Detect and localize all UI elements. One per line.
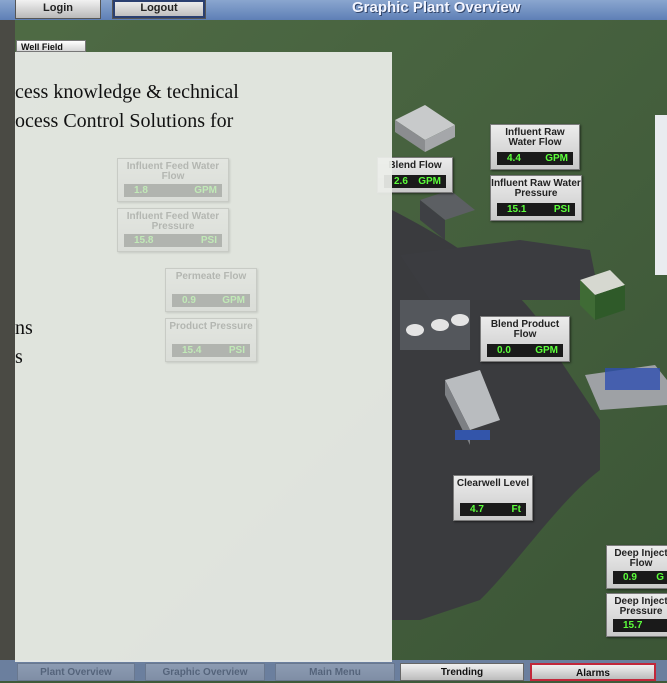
- readout-value: 1.8: [134, 185, 148, 196]
- panel-influent-feed-water-pressure: Influent Feed Water Pressure 15.8 PSI: [117, 208, 229, 252]
- readout-unit: PSI: [553, 204, 570, 215]
- text-overlay: cess knowledge & technical ocess Control…: [15, 52, 392, 662]
- panel-influent-feed-water-flow: Influent Feed Water Flow 1.8 GPM: [117, 158, 229, 202]
- panel-product-pressure: Product Pressure 15.4 PSI: [165, 318, 257, 362]
- readout: 1.8 GPM: [124, 184, 222, 197]
- readout-value: 0.0: [497, 345, 511, 356]
- overlay-paragraph-2: ns s: [15, 314, 33, 372]
- readout-value: 0.9: [623, 572, 637, 583]
- nav-graphic-overview-button[interactable]: Graphic Overview: [145, 663, 265, 681]
- readout: 0.0 GPM: [487, 344, 563, 357]
- readout-unit: GPM: [545, 153, 568, 164]
- readout: 2.6 GPM: [384, 175, 446, 188]
- overlay-line-4: s: [15, 346, 23, 368]
- readout-unit: GPM: [535, 345, 558, 356]
- overlay-line-3: ns: [15, 317, 33, 339]
- readout-value: 15.1: [507, 204, 527, 215]
- readout-unit: GPM: [418, 176, 441, 187]
- nav-main-menu-button[interactable]: Main Menu: [275, 663, 395, 681]
- readout: 15.1 PSI: [497, 203, 575, 216]
- readout-value: 15.8: [134, 235, 154, 246]
- readout: 15.4 PSI: [172, 344, 250, 357]
- panel-influent-raw-water-pressure: Influent Raw Water Pressure 15.1 PSI: [490, 175, 582, 221]
- page-title: Graphic Plant Overview: [352, 0, 521, 16]
- panel-label: Influent Raw Water Pressure: [491, 178, 581, 199]
- readout-value: 4.7: [470, 504, 484, 515]
- readout: 0.9 G: [613, 571, 667, 584]
- readout-unit: G: [656, 572, 664, 583]
- readout-unit: PSI: [228, 345, 245, 356]
- panel-label: Deep Inject Flow: [614, 548, 667, 569]
- readout-value: 2.6: [394, 176, 408, 187]
- nav-alarms-button[interactable]: Alarms: [530, 663, 656, 681]
- readout-value: 0.9: [182, 295, 196, 306]
- readout: 4.7 Ft: [460, 503, 526, 516]
- panel-label: Blend Product Flow: [490, 319, 560, 340]
- readout-unit: Ft: [511, 504, 521, 515]
- panel-clearwell-level: Clearwell Level 4.7 Ft: [453, 475, 533, 521]
- readout-value: 15.7: [623, 620, 643, 631]
- readout-value: 15.4: [182, 345, 202, 356]
- readout: 15.8 PSI: [124, 234, 222, 247]
- readout: 15.7: [613, 619, 667, 632]
- panel-deep-injection-pressure: Deep Inject Pressure 15.7: [606, 593, 667, 637]
- panel-label: Deep Inject Pressure: [614, 596, 667, 617]
- panel-label: Product Pressure: [169, 321, 253, 332]
- logout-button[interactable]: Logout: [112, 0, 206, 19]
- readout: 4.4 GPM: [497, 152, 573, 165]
- panel-label: Clearwell Level: [456, 478, 530, 489]
- panel-permeate-flow: Permeate Flow 0.9 GPM: [165, 268, 257, 312]
- readout-unit: PSI: [200, 235, 217, 246]
- nav-plant-overview-button[interactable]: Plant Overview: [17, 663, 135, 681]
- login-button[interactable]: Login: [15, 0, 101, 19]
- readout-value: 4.4: [507, 153, 521, 164]
- readout: 0.9 GPM: [172, 294, 250, 307]
- well-field-button[interactable]: Well Field: [16, 40, 86, 52]
- panel-deep-injection-flow: Deep Inject Flow 0.9 G: [606, 545, 667, 589]
- nav-trending-button[interactable]: Trending: [400, 663, 524, 681]
- panel-label: Influent Raw Water Flow: [505, 127, 565, 148]
- panel-label: Influent Feed Water Pressure: [126, 211, 220, 232]
- overlay-paragraph: cess knowledge & technical ocess Control…: [15, 78, 375, 136]
- storage-tanks: [400, 300, 470, 350]
- left-photo-strip: [0, 0, 15, 681]
- water-tower: [655, 115, 667, 275]
- panel-label: Influent Feed Water Flow: [126, 161, 220, 182]
- panel-label: Permeate Flow: [175, 271, 247, 282]
- panel-blend-product-flow: Blend Product Flow 0.0 GPM: [480, 316, 570, 362]
- panel-influent-raw-water-flow: Influent Raw Water Flow 4.4 GPM: [490, 124, 580, 170]
- readout-unit: GPM: [222, 295, 245, 306]
- overlay-line-1: cess knowledge & technical: [15, 81, 239, 103]
- readout-unit: GPM: [194, 185, 217, 196]
- overlay-line-2: ocess Control Solutions for: [15, 110, 234, 132]
